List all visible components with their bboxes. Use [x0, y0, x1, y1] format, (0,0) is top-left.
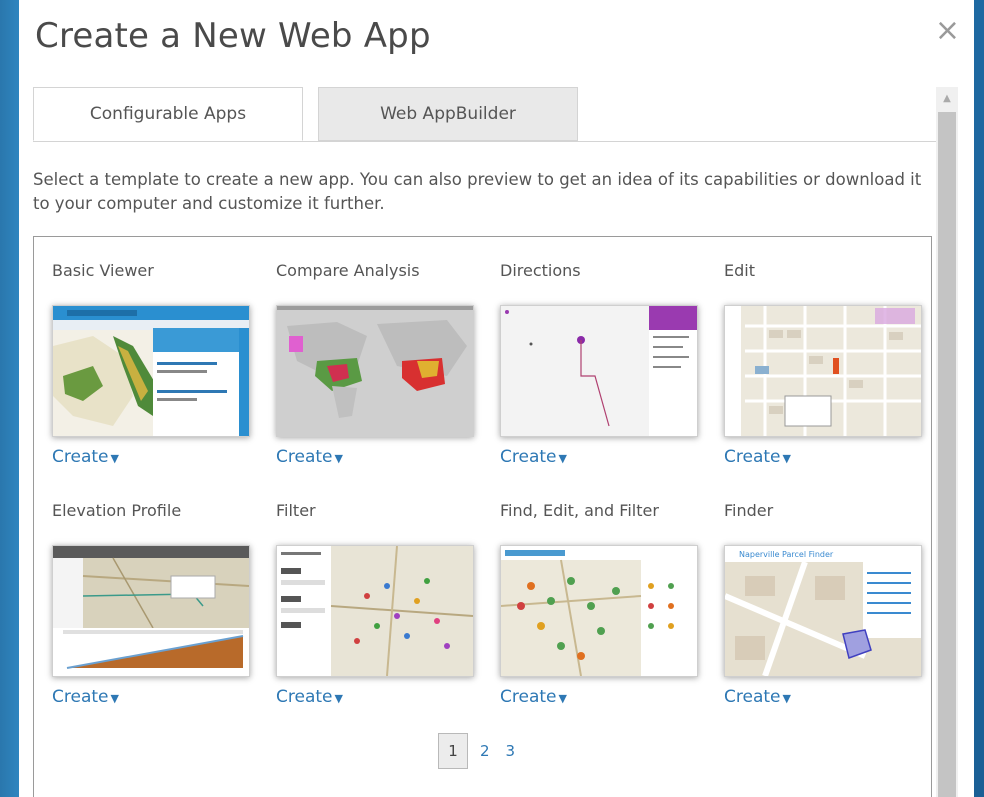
template-edit: Edit Create ▼: [724, 261, 924, 467]
template-elevation-profile: Elevation Profile Create ▼: [52, 501, 252, 707]
page-3-link[interactable]: 3: [506, 742, 516, 760]
page-1-button[interactable]: 1: [438, 733, 468, 769]
create-label: Create: [724, 687, 781, 707]
template-name: Compare Analysis: [276, 261, 420, 280]
close-icon[interactable]: ×: [935, 16, 960, 46]
caret-down-icon: ▼: [782, 692, 791, 705]
template-find-edit-filter: Find, Edit, and Filter Create ▼: [500, 501, 700, 707]
create-dropdown-button[interactable]: Create ▼: [500, 687, 567, 707]
template-finder: Finder Naperville Parcel Finder Create ▼: [724, 501, 924, 707]
template-thumbnail[interactable]: [276, 305, 474, 437]
template-name: Filter: [276, 501, 316, 520]
create-web-app-dialog: Create a New Web App × Configurable Apps…: [19, 0, 974, 797]
background-edge: [0, 0, 20, 797]
caret-down-icon: ▼: [110, 452, 119, 465]
caret-down-icon: ▼: [558, 452, 567, 465]
template-basic-viewer: Basic Viewer Create ▼: [52, 261, 252, 467]
dialog-title: Create a New Web App: [35, 16, 431, 56]
create-dropdown-button[interactable]: Create ▼: [724, 687, 791, 707]
description-text: Select a template to create a new app. Y…: [33, 170, 922, 213]
finder-header-text: Naperville Parcel Finder: [739, 550, 834, 559]
create-dropdown-button[interactable]: Create ▼: [276, 447, 343, 467]
create-label: Create: [724, 447, 781, 467]
tab-web-appbuilder[interactable]: Web AppBuilder: [318, 87, 578, 141]
caret-down-icon: ▼: [334, 692, 343, 705]
create-label: Create: [500, 687, 557, 707]
create-label: Create: [500, 447, 557, 467]
create-dropdown-button[interactable]: Create ▼: [500, 447, 567, 467]
caret-down-icon: ▼: [334, 452, 343, 465]
template-thumbnail[interactable]: [500, 305, 698, 437]
create-label: Create: [276, 687, 333, 707]
caret-down-icon: ▼: [558, 692, 567, 705]
create-dropdown-button[interactable]: Create ▼: [52, 687, 119, 707]
create-label: Create: [276, 447, 333, 467]
scrollbar[interactable]: ▲: [936, 87, 958, 797]
create-label: Create: [52, 687, 109, 707]
template-name: Finder: [724, 501, 774, 520]
create-dropdown-button[interactable]: Create ▼: [52, 447, 119, 467]
create-label: Create: [52, 447, 109, 467]
scroll-thumb[interactable]: [938, 112, 956, 797]
caret-down-icon: ▼: [782, 452, 791, 465]
template-thumbnail[interactable]: [52, 305, 250, 437]
caret-down-icon: ▼: [110, 692, 119, 705]
template-thumbnail[interactable]: [52, 545, 250, 677]
template-name: Elevation Profile: [52, 501, 182, 520]
template-directions: Directions Create ▼: [500, 261, 700, 467]
template-thumbnail[interactable]: Naperville Parcel Finder: [724, 545, 922, 677]
template-name: Edit: [724, 261, 755, 280]
template-compare-analysis: Compare Analysis Create ▼: [276, 261, 476, 467]
template-name: Find, Edit, and Filter: [500, 501, 659, 520]
template-name: Basic Viewer: [52, 261, 154, 280]
pagination: 1 2 3: [438, 733, 531, 769]
scroll-up-arrow-icon[interactable]: ▲: [936, 87, 958, 109]
template-thumbnail[interactable]: [276, 545, 474, 677]
tab-configurable-apps[interactable]: Configurable Apps: [33, 87, 303, 141]
template-name: Directions: [500, 261, 581, 280]
template-gallery: Basic Viewer Create ▼ Compare Analysis C…: [33, 236, 932, 797]
page-2-link[interactable]: 2: [480, 742, 490, 760]
create-dropdown-button[interactable]: Create ▼: [276, 687, 343, 707]
template-filter: Filter Create ▼: [276, 501, 476, 707]
tab-divider: [33, 141, 937, 142]
template-thumbnail[interactable]: [500, 545, 698, 677]
create-dropdown-button[interactable]: Create ▼: [724, 447, 791, 467]
template-thumbnail[interactable]: [724, 305, 922, 437]
